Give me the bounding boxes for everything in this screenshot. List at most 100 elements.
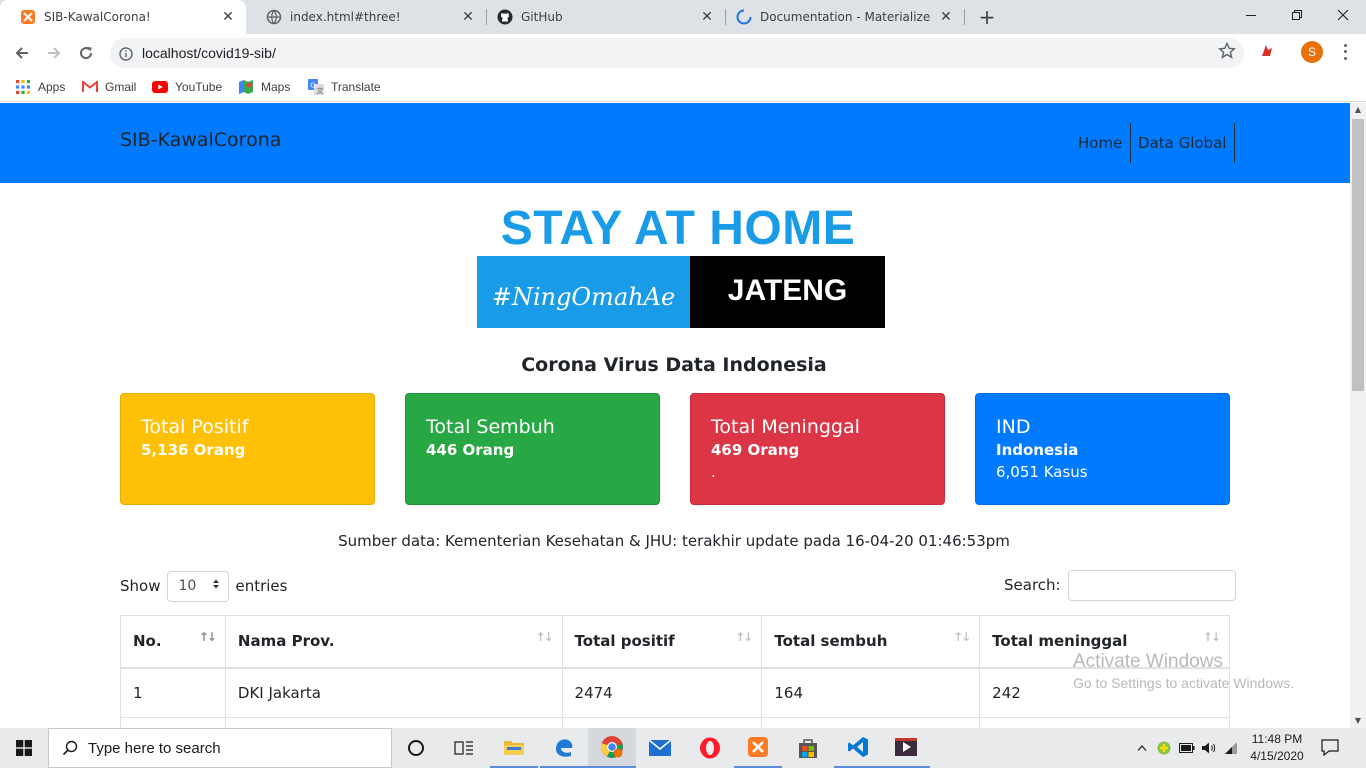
cell-province: DKI Jakarta xyxy=(224,667,563,718)
table-search: Search: xyxy=(1004,569,1236,601)
site-brand[interactable]: SIB-KawalCorona xyxy=(120,129,281,151)
th-label: Total meninggal xyxy=(992,632,1128,651)
battery-icon[interactable] xyxy=(1176,743,1198,753)
apps-grid-icon xyxy=(15,79,31,95)
tab-close-icon[interactable]: ✕ xyxy=(699,9,715,25)
bookmark-gmail[interactable]: Gmail xyxy=(82,78,136,96)
taskbar-clock[interactable]: 11:48 PM 4/15/2020 xyxy=(1248,731,1306,765)
media-player-icon[interactable] xyxy=(882,728,930,768)
edge-icon[interactable] xyxy=(540,728,588,768)
card-total-meninggal: Total Meninggal 469 Orang . xyxy=(690,393,945,505)
taskbar-search-box[interactable]: Type here to search xyxy=(48,728,392,768)
card-title: Total Positif xyxy=(141,416,249,438)
tab-title: GitHub xyxy=(521,10,563,24)
scroll-up-icon[interactable]: ▲ xyxy=(1350,103,1366,117)
cell-sembuh xyxy=(761,717,981,728)
xampp-icon[interactable] xyxy=(734,728,782,768)
file-explorer-icon[interactable] xyxy=(490,728,538,768)
loading-icon xyxy=(736,9,752,25)
github-icon xyxy=(497,9,513,25)
forward-icon[interactable] xyxy=(40,40,68,66)
action-center-icon[interactable] xyxy=(1320,738,1344,758)
clock-date: 4/15/2020 xyxy=(1250,749,1304,763)
back-icon[interactable] xyxy=(8,40,36,66)
cell-positif: 2474 xyxy=(561,667,763,718)
tab-close-icon[interactable]: ✕ xyxy=(460,9,476,25)
store-icon[interactable] xyxy=(784,728,832,768)
bookmark-label: YouTube xyxy=(175,80,223,94)
chevron-up-icon[interactable] xyxy=(1132,745,1152,751)
globe-icon xyxy=(266,9,282,25)
tab-close-icon[interactable]: ✕ xyxy=(220,9,236,25)
search-label: Search: xyxy=(1004,576,1061,594)
scroll-thumb[interactable] xyxy=(1352,119,1364,391)
bookmark-apps[interactable]: Apps xyxy=(15,78,65,96)
chrome-icon[interactable] xyxy=(588,728,636,768)
system-tray xyxy=(1132,728,1242,768)
svg-text:文: 文 xyxy=(317,86,324,95)
source-note: Sumber data: Kementerian Kesehatan & JHU… xyxy=(338,532,1010,550)
activate-windows-watermark: Activate Windows Go to Settings to activ… xyxy=(1073,651,1294,691)
th-nama-prov[interactable]: Nama Prov. ↑↓ xyxy=(224,615,563,669)
pdf-extension-icon[interactable] xyxy=(1259,43,1275,59)
xampp-icon xyxy=(20,9,36,25)
th-total-positif[interactable]: Total positif ↑↓ xyxy=(561,615,763,669)
card-title: Total Meninggal xyxy=(711,416,860,438)
scroll-down-icon[interactable]: ▼ xyxy=(1350,714,1366,728)
tab-github[interactable]: GitHub ✕ xyxy=(477,0,725,34)
card-value: 469 Orang xyxy=(711,441,800,459)
cell-province xyxy=(224,717,563,728)
cell-sembuh: 164 xyxy=(761,667,981,718)
info-icon[interactable] xyxy=(119,46,133,61)
bookmark-maps[interactable]: Maps xyxy=(238,78,290,96)
minimize-icon[interactable] xyxy=(1228,0,1274,30)
tab-index-html[interactable]: index.html#three! ✕ xyxy=(246,0,486,34)
banner-hashtag: #NingOmahAe xyxy=(477,256,690,328)
mail-icon[interactable] xyxy=(636,728,684,768)
profile-avatar[interactable]: S xyxy=(1301,41,1323,63)
windows-taskbar: Type here to search 11:48 PM 4/15/2020 xyxy=(0,728,1366,768)
nav-home[interactable]: Home xyxy=(1070,123,1132,163)
clock-time: 11:48 PM xyxy=(1251,732,1303,746)
task-view-icon[interactable] xyxy=(440,728,488,768)
bookmark-label: Translate xyxy=(331,80,381,94)
cortana-icon[interactable] xyxy=(392,728,440,768)
table-header-row: No. ↑↓ Nama Prov. ↑↓ Total positif ↑↓ Total… xyxy=(120,615,1230,669)
th-label: Total sembuh xyxy=(774,632,888,651)
tab-close-icon[interactable]: ✕ xyxy=(938,9,954,25)
volume-icon[interactable] xyxy=(1198,741,1220,755)
search-icon xyxy=(62,740,78,756)
entries-select[interactable]: 10 xyxy=(167,570,230,602)
browser-tab-strip: SIB-KawalCorona! ✕ index.html#three! ✕ G… xyxy=(0,0,1366,34)
bookmark-star-icon[interactable] xyxy=(1218,41,1236,60)
card-title: Total Sembuh xyxy=(426,416,555,438)
url-text[interactable]: localhost/covid19-sib/ xyxy=(142,38,276,68)
security-shield-icon[interactable] xyxy=(1152,741,1176,755)
wifi-icon[interactable] xyxy=(1220,741,1242,755)
tab-sib-kawalcorona[interactable]: SIB-KawalCorona! ✕ xyxy=(0,0,246,34)
th-label: Nama Prov. xyxy=(237,632,335,651)
vscode-icon[interactable] xyxy=(834,728,882,768)
bookmark-youtube[interactable]: YouTube xyxy=(152,78,222,96)
address-bar[interactable]: localhost/covid19-sib/ xyxy=(110,38,1244,68)
search-input[interactable] xyxy=(1067,569,1236,601)
opera-icon[interactable] xyxy=(686,728,734,768)
reload-icon[interactable] xyxy=(72,40,100,66)
page-scrollbar[interactable]: ▲ ▼ xyxy=(1350,103,1366,728)
window-close-icon[interactable] xyxy=(1320,0,1366,30)
th-total-sembuh[interactable]: Total sembuh ↑↓ xyxy=(761,615,981,669)
windows-start-icon[interactable] xyxy=(0,728,48,768)
cell-positif xyxy=(561,717,763,728)
menu-dots-icon[interactable] xyxy=(1337,42,1353,62)
bookmark-label: Maps xyxy=(261,80,291,94)
nav-data-global[interactable]: Data Global xyxy=(1130,123,1236,163)
card-extra: . xyxy=(711,463,716,481)
restore-icon[interactable] xyxy=(1274,0,1320,30)
bookmark-translate[interactable]: G文 Translate xyxy=(308,78,381,96)
entries-length-control: Show 10 entries xyxy=(120,570,287,602)
tab-documentation-materialize[interactable]: Documentation - Materialize ✕ xyxy=(716,0,964,34)
th-no[interactable]: No. ↑↓ xyxy=(120,615,226,669)
site-navbar: SIB-KawalCorona Home Data Global xyxy=(0,103,1350,183)
show-label: Show xyxy=(120,577,161,595)
new-tab-button[interactable]: + xyxy=(976,6,998,28)
